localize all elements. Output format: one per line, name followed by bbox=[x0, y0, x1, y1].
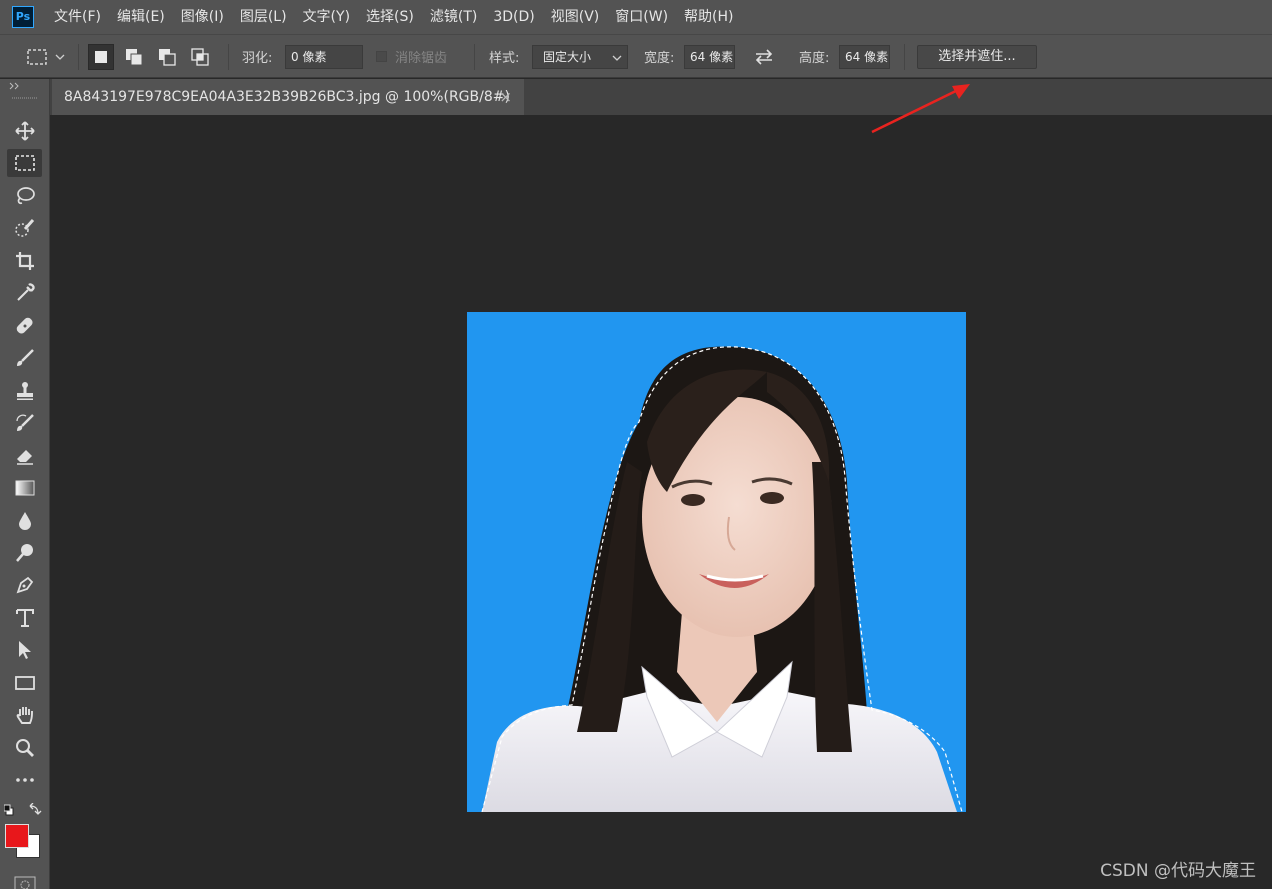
path-selection-tool[interactable] bbox=[7, 636, 42, 664]
dodge-tool-icon bbox=[15, 544, 33, 562]
clone-stamp-tool[interactable] bbox=[7, 377, 42, 405]
menu-help[interactable]: 帮助(H) bbox=[676, 0, 741, 34]
new-selection-icon bbox=[95, 50, 107, 63]
history-brush-tool[interactable] bbox=[7, 409, 42, 437]
tool-preset-picker[interactable] bbox=[26, 35, 66, 78]
style-label: 样式: bbox=[489, 51, 520, 66]
menu-select[interactable]: 选择(S) bbox=[358, 0, 422, 34]
quick-selection-tool[interactable] bbox=[7, 214, 42, 242]
lasso-tool-icon bbox=[16, 187, 35, 205]
dodge-tool[interactable] bbox=[7, 539, 42, 567]
panel-collapse-grip[interactable] bbox=[0, 79, 50, 101]
subtract-selection-icon bbox=[159, 48, 176, 66]
brush-tool-icon bbox=[16, 349, 34, 366]
feather-input[interactable]: 0 像素 bbox=[285, 44, 363, 69]
pen-tool-icon bbox=[16, 576, 33, 594]
path-selection-tool-icon bbox=[18, 641, 31, 659]
marquee-preset-icon bbox=[27, 48, 65, 65]
style-select-value: 固定大小 bbox=[543, 49, 592, 64]
intersect-selection-button[interactable] bbox=[187, 44, 213, 70]
subtract-from-selection-button[interactable] bbox=[154, 44, 180, 70]
document-tab-bar: 8A843197E978C9EA04A3E32B39B26BC3.jpg @ 1… bbox=[50, 79, 1272, 115]
gradient-tool[interactable] bbox=[7, 474, 42, 502]
blur-tool-icon bbox=[18, 512, 31, 530]
select-and-mask-button[interactable]: 选择并遮住... bbox=[917, 44, 1037, 69]
menu-image[interactable]: 图像(I) bbox=[173, 0, 232, 34]
crop-tool-icon bbox=[15, 252, 34, 270]
feather-label: 羽化: bbox=[242, 51, 273, 66]
hand-tool-icon bbox=[16, 707, 33, 724]
menu-layer[interactable]: 图层(L) bbox=[232, 0, 295, 34]
photoshop-logo-icon: Ps bbox=[12, 6, 34, 28]
menu-file[interactable]: 文件(F) bbox=[46, 0, 109, 34]
swap-dimensions-button[interactable] bbox=[753, 35, 775, 78]
history-brush-tool-icon bbox=[15, 414, 34, 431]
blur-tool[interactable] bbox=[7, 507, 42, 535]
zoom-tool[interactable] bbox=[7, 734, 42, 762]
quick-mask-icon[interactable] bbox=[14, 876, 36, 889]
width-input[interactable]: 64 像素 bbox=[684, 44, 735, 69]
zoom-tool-icon bbox=[15, 739, 34, 757]
document-tab[interactable]: 8A843197E978C9EA04A3E32B39B26BC3.jpg @ 1… bbox=[52, 79, 524, 115]
swap-colors-icon[interactable] bbox=[29, 803, 42, 815]
clone-stamp-tool-icon bbox=[16, 382, 33, 400]
annotation-arrow-icon bbox=[871, 84, 970, 134]
menu-bar: Ps 文件(F) 编辑(E) 图像(I) 图层(L) 文字(Y) 选择(S) 滤… bbox=[0, 0, 1272, 34]
eraser-tool[interactable] bbox=[7, 442, 42, 470]
eyedropper-tool[interactable] bbox=[7, 279, 42, 307]
new-selection-button[interactable] bbox=[88, 43, 114, 70]
swap-arrows-icon bbox=[755, 48, 773, 65]
crop-tool[interactable] bbox=[7, 247, 42, 275]
height-input[interactable]: 64 像素 bbox=[839, 44, 890, 69]
healing-brush-tool[interactable] bbox=[7, 312, 42, 340]
menu-window[interactable]: 窗口(W) bbox=[607, 0, 676, 34]
height-label: 高度: bbox=[799, 51, 830, 66]
antialias-checkbox[interactable] bbox=[376, 51, 387, 62]
chevron-down-icon bbox=[612, 55, 622, 61]
move-tool-icon bbox=[14, 121, 35, 141]
brush-tool[interactable] bbox=[7, 344, 42, 372]
tools-panel bbox=[0, 79, 50, 889]
foreground-color-swatch[interactable] bbox=[5, 824, 29, 848]
add-to-selection-icon bbox=[126, 48, 143, 65]
options-bar: 羽化: 0 像素 消除锯齿 样式: 固定大小 宽度: 64 像素 高度: 64 … bbox=[0, 34, 1272, 78]
menu-3d[interactable]: 3D(D) bbox=[485, 0, 542, 34]
more-tools-button[interactable] bbox=[7, 766, 42, 794]
eraser-tool-icon bbox=[16, 450, 33, 465]
menu-filter[interactable]: 滤镜(T) bbox=[422, 0, 485, 34]
watermark: CSDN @代码大魔王 bbox=[1100, 861, 1256, 881]
menu-view[interactable]: 视图(V) bbox=[543, 0, 608, 34]
add-to-selection-button[interactable] bbox=[121, 44, 147, 70]
eyedropper-tool-icon bbox=[16, 283, 35, 301]
rectangular-marquee-tool-icon bbox=[14, 155, 35, 171]
menu-type[interactable]: 文字(Y) bbox=[295, 0, 358, 34]
lasso-tool[interactable] bbox=[7, 182, 42, 210]
hand-tool[interactable] bbox=[7, 701, 42, 729]
quick-selection-tool-icon bbox=[14, 219, 34, 237]
rectangle-tool-icon bbox=[14, 676, 35, 690]
width-label: 宽度: bbox=[644, 51, 675, 66]
pen-tool[interactable] bbox=[7, 571, 42, 599]
id-photo-image[interactable] bbox=[467, 312, 966, 812]
intersect-selection-icon bbox=[191, 47, 209, 66]
healing-brush-tool-icon bbox=[16, 317, 33, 334]
rectangle-tool[interactable] bbox=[7, 669, 42, 697]
photoshop-window: Ps 文件(F) 编辑(E) 图像(I) 图层(L) 文字(Y) 选择(S) 滤… bbox=[0, 0, 1272, 889]
style-select[interactable]: 固定大小 bbox=[532, 44, 628, 69]
antialias-label: 消除锯齿 bbox=[395, 51, 448, 66]
document-tab-title: 8A843197E978C9EA04A3E32B39B26BC3.jpg @ 1… bbox=[64, 89, 510, 105]
type-tool[interactable] bbox=[7, 604, 42, 632]
menu-edit[interactable]: 编辑(E) bbox=[109, 0, 173, 34]
move-tool[interactable] bbox=[7, 117, 42, 145]
more-tools-icon bbox=[15, 778, 34, 782]
default-colors-icon[interactable] bbox=[4, 804, 14, 816]
rectangular-marquee-tool[interactable] bbox=[7, 149, 42, 177]
gradient-tool-icon bbox=[15, 480, 34, 496]
portrait-illustration bbox=[481, 346, 963, 812]
type-tool-icon bbox=[15, 609, 34, 627]
close-tab-icon[interactable]: × bbox=[499, 79, 512, 115]
